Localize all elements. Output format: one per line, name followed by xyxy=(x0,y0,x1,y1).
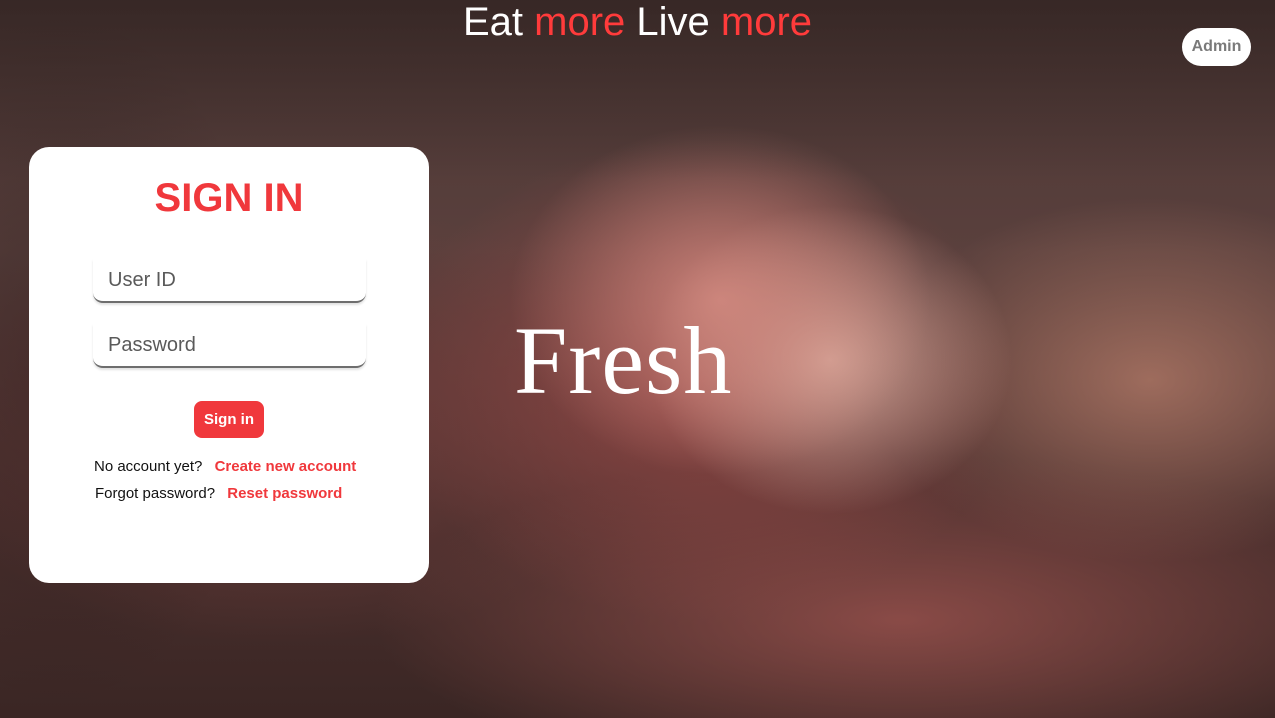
reset-password-row: Forgot password? Reset password xyxy=(95,485,342,503)
password-input[interactable] xyxy=(93,324,366,368)
reset-password-link[interactable]: Reset password xyxy=(227,485,342,502)
user-id-input[interactable] xyxy=(93,259,366,303)
headline-word-live: Live xyxy=(636,0,710,44)
admin-button[interactable]: Admin xyxy=(1182,28,1251,66)
sign-in-button[interactable]: Sign in xyxy=(194,401,264,438)
create-account-link[interactable]: Create new account xyxy=(215,458,357,475)
headline-word-more-1: more xyxy=(534,0,626,44)
no-account-text: No account yet? xyxy=(94,458,203,475)
forgot-password-text: Forgot password? xyxy=(95,485,216,502)
headline-word-more-2: more xyxy=(720,0,813,44)
hero-text: Fresh xyxy=(514,307,733,414)
create-account-row: No account yet? Create new account xyxy=(94,458,356,476)
headline-word-eat: Eat xyxy=(462,0,523,44)
page-headline: Eat more Live more xyxy=(0,0,1275,44)
sign-in-title: SIGN IN xyxy=(154,176,304,220)
sign-in-card: SIGN IN Sign in No account yet? Create n… xyxy=(29,147,429,583)
